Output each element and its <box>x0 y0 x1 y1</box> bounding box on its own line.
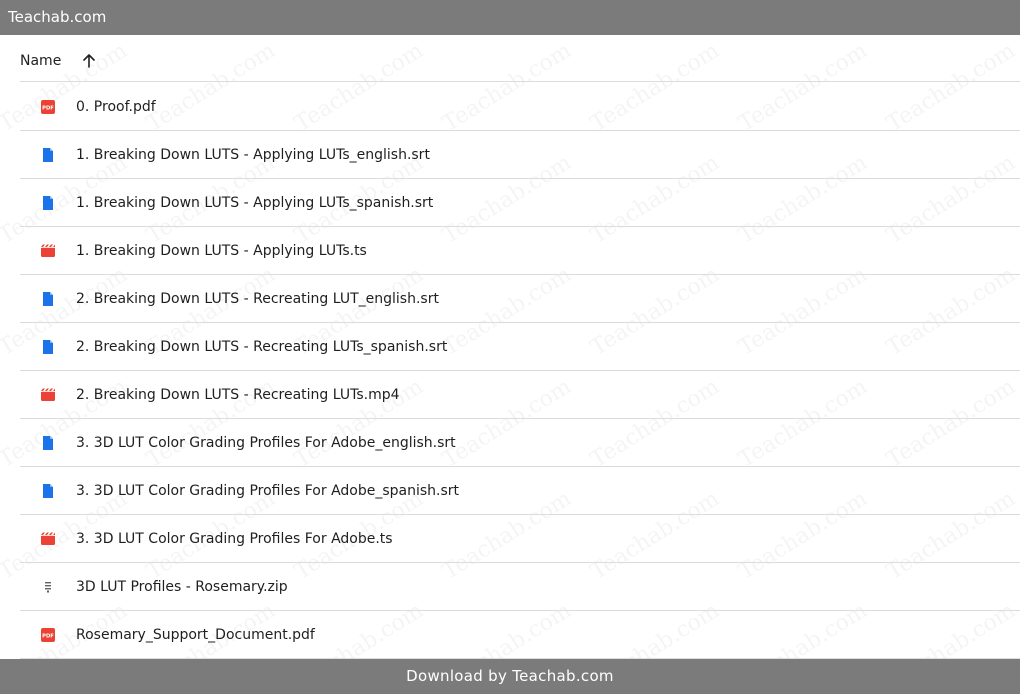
file-row[interactable]: PDF 0. Proof.pdf <box>20 83 1020 131</box>
pdf-icon: PDF <box>40 627 56 643</box>
svg-text:PDF: PDF <box>42 633 54 639</box>
video-icon <box>40 243 56 259</box>
file-row[interactable]: 2. Breaking Down LUTS - Recreating LUTs.… <box>20 371 1020 419</box>
svg-text:PDF: PDF <box>42 105 54 111</box>
document-icon <box>40 195 56 211</box>
footer-text: Download by Teachab.com <box>406 667 614 685</box>
file-name: 2. Breaking Down LUTS - Recreating LUT_e… <box>76 290 439 307</box>
file-name: 2. Breaking Down LUTS - Recreating LUTs_… <box>76 338 448 355</box>
file-name: 0. Proof.pdf <box>76 98 156 115</box>
file-row[interactable]: 3D LUT Profiles - Rosemary.zip <box>20 563 1020 611</box>
video-icon <box>40 531 56 547</box>
file-name: 3D LUT Profiles - Rosemary.zip <box>76 578 288 595</box>
file-row[interactable]: PDF Rosemary_Support_Document.pdf <box>20 611 1020 659</box>
file-row[interactable]: 1. Breaking Down LUTS - Applying LUTs_sp… <box>20 179 1020 227</box>
top-bar: Teachab.com <box>0 0 1020 35</box>
file-row[interactable]: 3. 3D LUT Color Grading Profiles For Ado… <box>20 419 1020 467</box>
file-name: 1. Breaking Down LUTS - Applying LUTs_sp… <box>76 194 434 211</box>
video-icon <box>40 387 56 403</box>
archive-icon <box>40 579 56 595</box>
bottom-bar: Download by Teachab.com <box>0 659 1020 694</box>
file-name: 2. Breaking Down LUTS - Recreating LUTs.… <box>76 386 400 403</box>
file-name: 1. Breaking Down LUTS - Applying LUTs.ts <box>76 242 367 259</box>
file-name: 3. 3D LUT Color Grading Profiles For Ado… <box>76 434 456 451</box>
document-icon <box>40 435 56 451</box>
column-header-row: Name <box>20 40 1020 82</box>
column-header-name[interactable]: Name <box>20 53 61 69</box>
file-list: PDF 0. Proof.pdf 1. Breaking Down LUTS - A… <box>20 83 1020 659</box>
file-name: 3. 3D LUT Color Grading Profiles For Ado… <box>76 530 393 547</box>
file-name: 3. 3D LUT Color Grading Profiles For Ado… <box>76 482 460 499</box>
file-row[interactable]: 3. 3D LUT Color Grading Profiles For Ado… <box>20 515 1020 563</box>
file-name: 1. Breaking Down LUTS - Applying LUTs_en… <box>76 146 430 163</box>
document-icon <box>40 339 56 355</box>
file-row[interactable]: 3. 3D LUT Color Grading Profiles For Ado… <box>20 467 1020 515</box>
file-row[interactable]: 1. Breaking Down LUTS - Applying LUTs_en… <box>20 131 1020 179</box>
document-icon <box>40 147 56 163</box>
arrow-up-icon[interactable] <box>81 53 97 69</box>
file-row[interactable]: 2. Breaking Down LUTS - Recreating LUTs_… <box>20 323 1020 371</box>
document-icon <box>40 483 56 499</box>
file-row[interactable]: 1. Breaking Down LUTS - Applying LUTs.ts <box>20 227 1020 275</box>
pdf-icon: PDF <box>40 99 56 115</box>
site-title: Teachab.com <box>8 8 107 26</box>
file-row[interactable]: 2. Breaking Down LUTS - Recreating LUT_e… <box>20 275 1020 323</box>
file-name: Rosemary_Support_Document.pdf <box>76 626 315 643</box>
document-icon <box>40 291 56 307</box>
